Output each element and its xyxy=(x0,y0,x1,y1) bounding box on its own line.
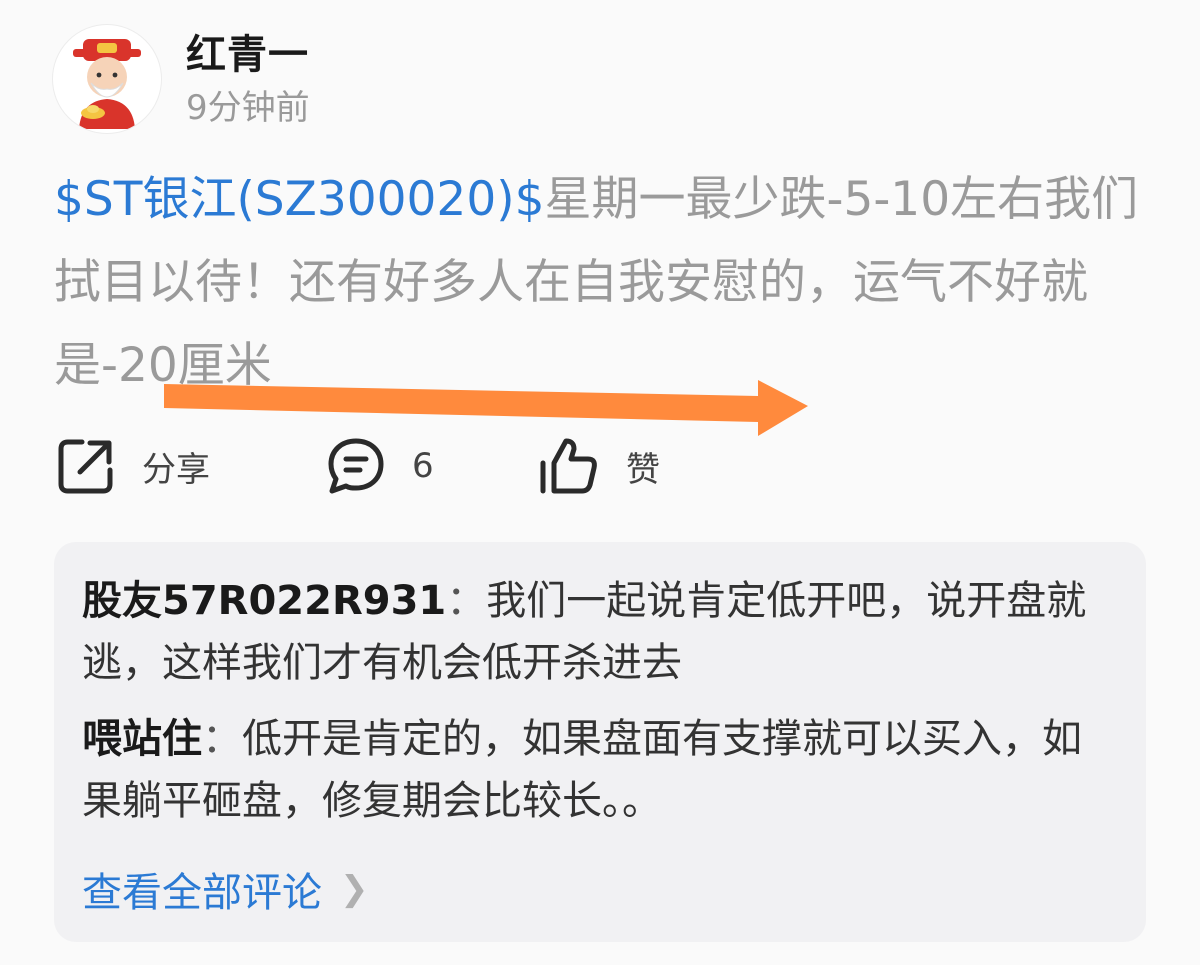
stock-tag-link[interactable]: $ST银江(SZ300020)$ xyxy=(54,172,544,227)
comments-preview: 股友57R022R931：我们一起说肯定低开吧，说开盘就逃，这样我们才有机会低开… xyxy=(54,542,1146,942)
god-of-wealth-icon xyxy=(73,39,141,129)
chevron-right-icon: ❯ xyxy=(340,869,369,909)
comment-button[interactable]: 6 xyxy=(326,434,434,498)
comment-count: 6 xyxy=(412,446,434,486)
like-button[interactable]: 赞 xyxy=(538,434,660,498)
comment-author[interactable]: 股友57R022R931 xyxy=(82,578,446,624)
post-card: 红青一 9分钟前 $ST银江(SZ300020)$星期一最少跌-5-10左右我们… xyxy=(0,0,1200,965)
share-button[interactable]: 分享 xyxy=(56,434,210,498)
post-time: 9分钟前 xyxy=(186,88,310,128)
orange-arrow-annotation xyxy=(164,380,808,436)
view-all-comments-link[interactable]: 查看全部评论 ❯ xyxy=(82,860,369,918)
avatar[interactable] xyxy=(52,24,162,134)
view-all-label: 查看全部评论 xyxy=(82,870,322,916)
like-label: 赞 xyxy=(626,449,660,490)
comment-item[interactable]: 股友57R022R931：我们一起说肯定低开吧，说开盘就逃，这样我们才有机会低开… xyxy=(82,570,1112,694)
comment-separator: ： xyxy=(202,716,242,762)
author-name[interactable]: 红青一 xyxy=(186,22,309,80)
share-label: 分享 xyxy=(142,449,210,490)
post-content: $ST银江(SZ300020)$星期一最少跌-5-10左右我们拭目以待！还有好多… xyxy=(54,158,1144,407)
share-icon xyxy=(58,439,113,494)
comment-bubble-icon xyxy=(328,438,384,494)
comment-item[interactable]: 喂站住：低开是肯定的，如果盘面有支撑就可以买入，如果躺平砸盘，修复期会比较长。。 xyxy=(82,708,1112,832)
comment-author[interactable]: 喂站住 xyxy=(82,716,202,762)
comment-separator: ： xyxy=(446,578,487,624)
thumbs-up-icon xyxy=(540,438,597,494)
